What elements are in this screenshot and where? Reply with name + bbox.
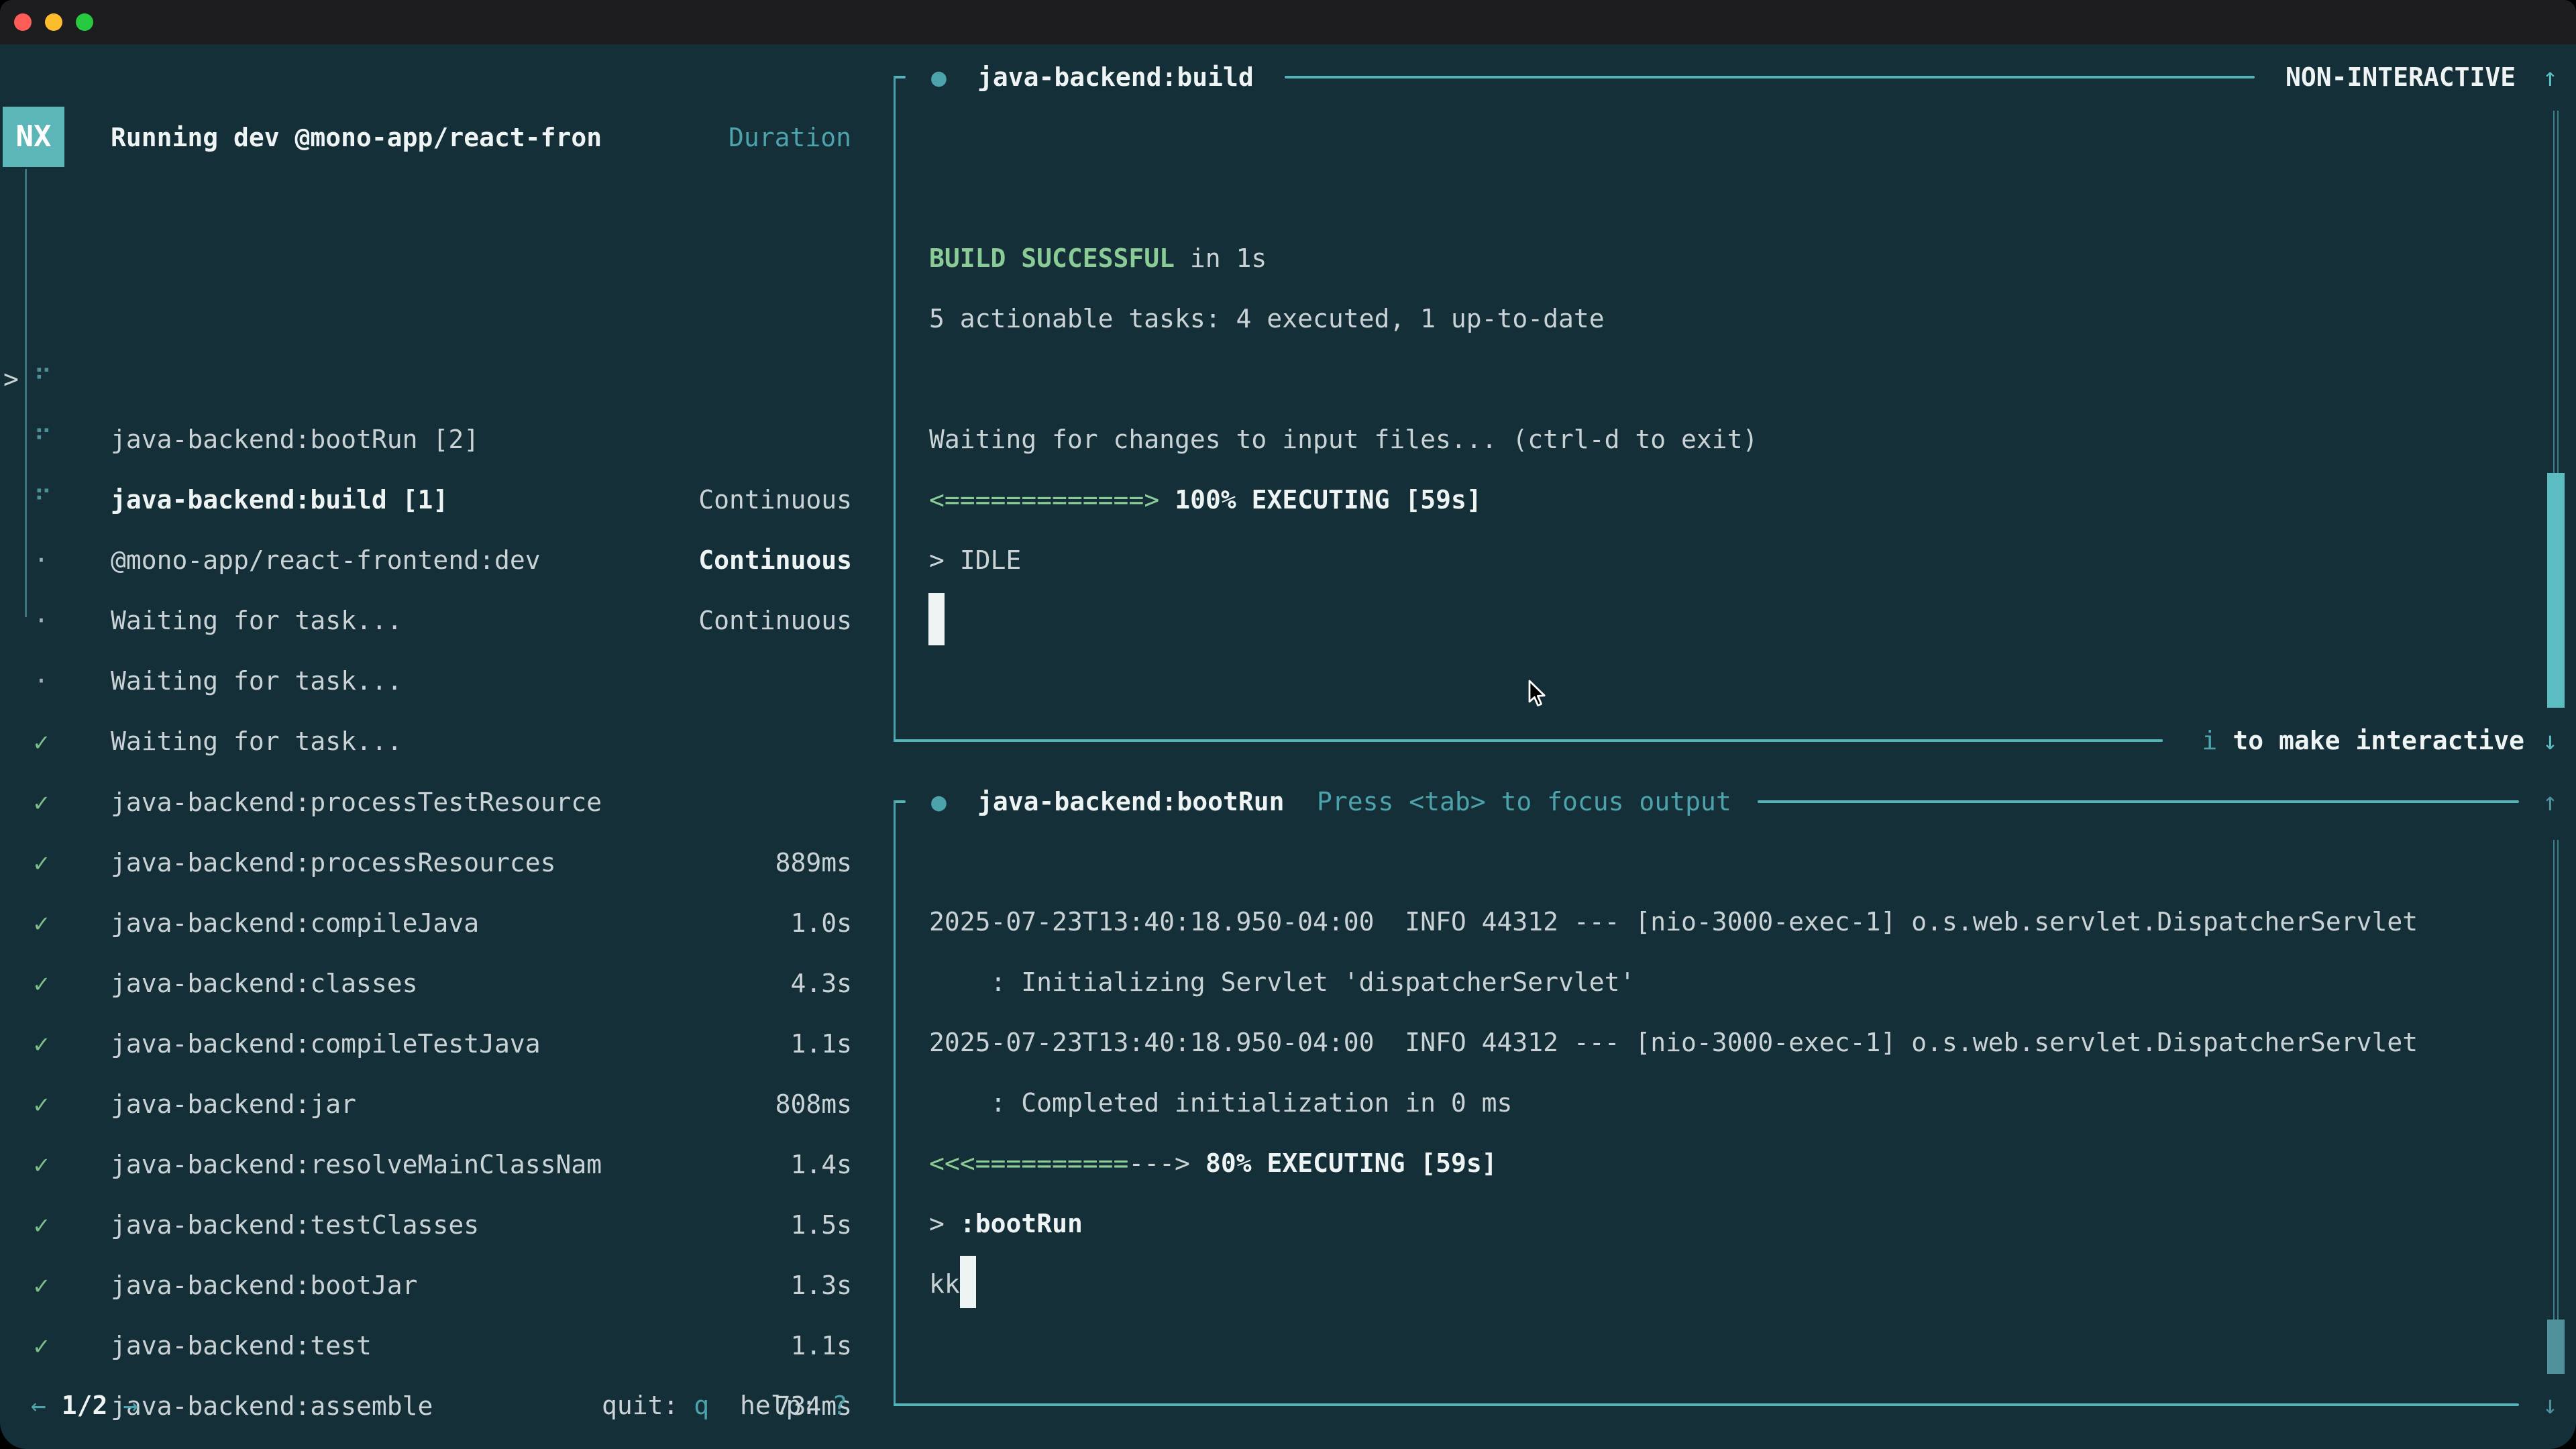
task-row[interactable]: ✓ java-backend:compileTestJava 808ms bbox=[0, 893, 892, 953]
close-button[interactable] bbox=[14, 13, 32, 31]
build-panel-mode-badge: NON-INTERACTIVE bbox=[2286, 47, 2516, 107]
build-panel-header: ● bbox=[931, 47, 947, 107]
bootrun-panel-title: java-backend:bootRun bbox=[977, 771, 1285, 832]
check-icon: ✓ bbox=[34, 1316, 49, 1376]
bootrun-prompt-line: > :bootRun bbox=[929, 1193, 1083, 1254]
progress-head: <<< bbox=[929, 1148, 975, 1178]
next-page-arrow[interactable]: → bbox=[123, 1391, 138, 1420]
task-row[interactable]: ✓ java-backend:test 734ms bbox=[0, 1195, 892, 1255]
bootrun-panel-bottom-border bbox=[894, 1403, 2519, 1406]
page-indicator: 1/2 bbox=[62, 1391, 108, 1420]
task-name: java-backend:test bbox=[111, 1316, 372, 1376]
nx-logo: NX bbox=[3, 107, 64, 167]
scroll-up-arrow[interactable]: ↑ bbox=[2542, 47, 2558, 107]
bootrun-panel-title-line bbox=[1758, 800, 2519, 803]
log-line: 2025-07-23T13:40:18.950-04:00 INFO 44312… bbox=[929, 1012, 2418, 1073]
build-status-line: BUILD SUCCESSFUL in 1s bbox=[929, 228, 1267, 288]
task-name: java-backend:assemble bbox=[111, 1376, 433, 1436]
task-name: Waiting for task... bbox=[111, 590, 402, 651]
help-key: ? bbox=[832, 1391, 847, 1420]
build-status-detail: in 1s bbox=[1175, 244, 1267, 273]
task-row[interactable]: ✓ java-backend:assemble 774ms bbox=[0, 1255, 892, 1316]
task-status-dot: ● bbox=[931, 771, 947, 832]
build-panel-title-line bbox=[1285, 76, 2255, 78]
task-row[interactable]: ✓ java-backend:processTestResource 889ms bbox=[0, 651, 892, 712]
minimize-button[interactable] bbox=[45, 13, 62, 31]
task-row[interactable]: ✓ java-backend:bootJar 1.1s bbox=[0, 1134, 892, 1195]
quit-hint-label: quit: bbox=[602, 1391, 694, 1420]
build-summary: 5 actionable tasks: 4 executed, 1 up-to-… bbox=[929, 288, 1605, 349]
scroll-down-arrow[interactable]: ↓ bbox=[2542, 1375, 2558, 1435]
build-panel-bottom-border bbox=[894, 739, 2163, 742]
scroll-up-arrow[interactable]: ↑ bbox=[2542, 771, 2558, 832]
prev-page-arrow[interactable]: ← bbox=[31, 1391, 46, 1420]
log-line: : Initializing Servlet 'dispatcherServle… bbox=[929, 952, 1635, 1012]
build-idle-line: > IDLE bbox=[929, 530, 1021, 590]
task-row[interactable]: ⠋ java-backend:bootRun [2] Continuous bbox=[0, 228, 892, 288]
progress-head: < bbox=[929, 485, 945, 515]
task-row[interactable]: ⠋ @mono-app/react-frontend:dev Continuou… bbox=[0, 349, 892, 409]
task-row[interactable]: · Waiting for task... bbox=[0, 530, 892, 590]
task-row[interactable]: ✓ java-backend:processResources 1.0s bbox=[0, 712, 892, 772]
task-duration: Continuous bbox=[698, 590, 852, 651]
task-row[interactable]: · Waiting for task... bbox=[0, 470, 892, 530]
task-row[interactable]: · Waiting for task... bbox=[0, 409, 892, 470]
interactive-hint-label: to make interactive bbox=[2233, 726, 2524, 755]
pagination: ← 1/2 → bbox=[31, 1375, 138, 1436]
task-row[interactable]: ✓ java-backend:classes 1.1s bbox=[0, 833, 892, 893]
scroll-down-arrow[interactable]: ↓ bbox=[2542, 710, 2558, 771]
tasks-header-title: Running dev @mono-app/react-fron bbox=[111, 107, 602, 168]
build-panel-left-border bbox=[894, 76, 896, 742]
duration-column-header: Duration bbox=[729, 107, 851, 168]
bootrun-panel-left-border bbox=[894, 800, 896, 1406]
bootrun-progress-line: <<<==========---> 80% EXECUTING [59s] bbox=[929, 1133, 1497, 1193]
interactive-key: i bbox=[2202, 726, 2217, 755]
prompt-command: :bootRun bbox=[960, 1209, 1083, 1238]
progress-bar: ============= bbox=[945, 485, 1144, 515]
focus-output-hint: Press <tab> to focus output bbox=[1317, 771, 1731, 832]
build-status: BUILD SUCCESSFUL bbox=[929, 244, 1175, 273]
scrollbar-track[interactable] bbox=[2553, 111, 2559, 473]
task-row[interactable]: ✓ java-backend:jar 1.4s bbox=[0, 953, 892, 1014]
scrollbar-thumb[interactable] bbox=[2547, 473, 2565, 708]
titlebar[interactable] bbox=[0, 0, 2576, 44]
task-row[interactable]: > ⠋ java-backend:build [1] Continuous bbox=[0, 288, 892, 349]
build-panel-footer-hint: i to make interactive bbox=[2202, 710, 2524, 771]
bootrun-typed-input[interactable]: kk bbox=[929, 1254, 960, 1314]
task-duration: 1.1s bbox=[790, 1316, 852, 1376]
mouse-cursor bbox=[1527, 680, 1548, 709]
build-progress-line: <=============>100% EXECUTING [59s] bbox=[929, 470, 1482, 530]
task-duration: 774ms bbox=[775, 1436, 852, 1449]
maximize-button[interactable] bbox=[76, 13, 93, 31]
terminal-cursor bbox=[928, 593, 945, 645]
build-waiting-line: Waiting for changes to input files... (c… bbox=[929, 409, 1758, 470]
terminal-cursor bbox=[960, 1256, 976, 1308]
help-hint-label: help: bbox=[740, 1391, 832, 1420]
log-line: : Completed initialization in 0 ms bbox=[929, 1073, 1512, 1133]
task-row[interactable]: ✓ java-backend:resolveMainClassNam 1.5s bbox=[0, 1014, 892, 1074]
prompt-chevron: > bbox=[929, 1209, 945, 1238]
key-hints: quit: q help: ? bbox=[602, 1375, 847, 1436]
task-row[interactable]: ✓ java-backend:compileJava 4.3s bbox=[0, 772, 892, 833]
progress-bar: ========== bbox=[975, 1148, 1129, 1178]
terminal-window: NX Running dev @mono-app/react-fron Dura… bbox=[0, 0, 2576, 1449]
progress-label: 100% EXECUTING [59s] bbox=[1175, 485, 1482, 515]
progress-label: 80% EXECUTING [59s] bbox=[1205, 1148, 1497, 1178]
progress-tail: ---> bbox=[1128, 1148, 1190, 1178]
task-status-dot: ● bbox=[931, 47, 947, 107]
task-row[interactable]: ✓ java-backend:testClasses 1.3s bbox=[0, 1074, 892, 1134]
quit-key: q bbox=[694, 1391, 709, 1420]
build-panel-title: java-backend:build bbox=[977, 47, 1254, 107]
bootrun-panel-header: ● bbox=[931, 771, 947, 832]
progress-tail: > bbox=[1144, 485, 1159, 515]
scrollbar-thumb[interactable] bbox=[2547, 1320, 2565, 1374]
log-line: 2025-07-23T13:40:18.950-04:00 INFO 44312… bbox=[929, 892, 2418, 952]
scrollbar-track[interactable] bbox=[2553, 840, 2559, 1320]
